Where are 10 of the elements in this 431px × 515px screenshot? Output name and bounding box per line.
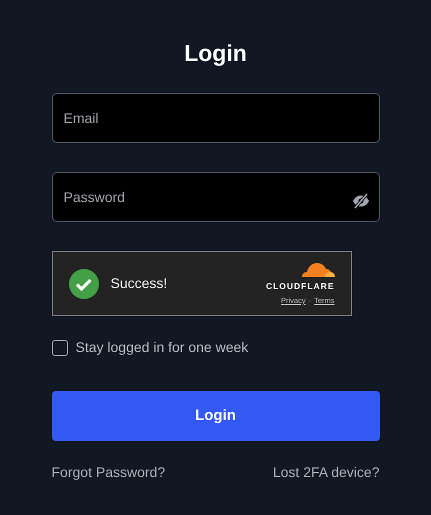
checkbox-label: Stay logged in for one week [76,338,248,357]
login-button[interactable]: Login [52,391,380,441]
email-field[interactable]: Email [52,93,380,143]
checkbox[interactable] [52,340,68,356]
password-field[interactable]: Password [52,172,380,222]
page-title: Login [183,39,248,68]
captcha-status: Success! [110,274,168,293]
brand-wordmark: CLOUDFLARE [266,280,334,291]
forgot-password-link[interactable]: Forgot Password? [52,462,166,483]
lost-2fa-link[interactable]: Lost 2FA device? [272,462,380,483]
